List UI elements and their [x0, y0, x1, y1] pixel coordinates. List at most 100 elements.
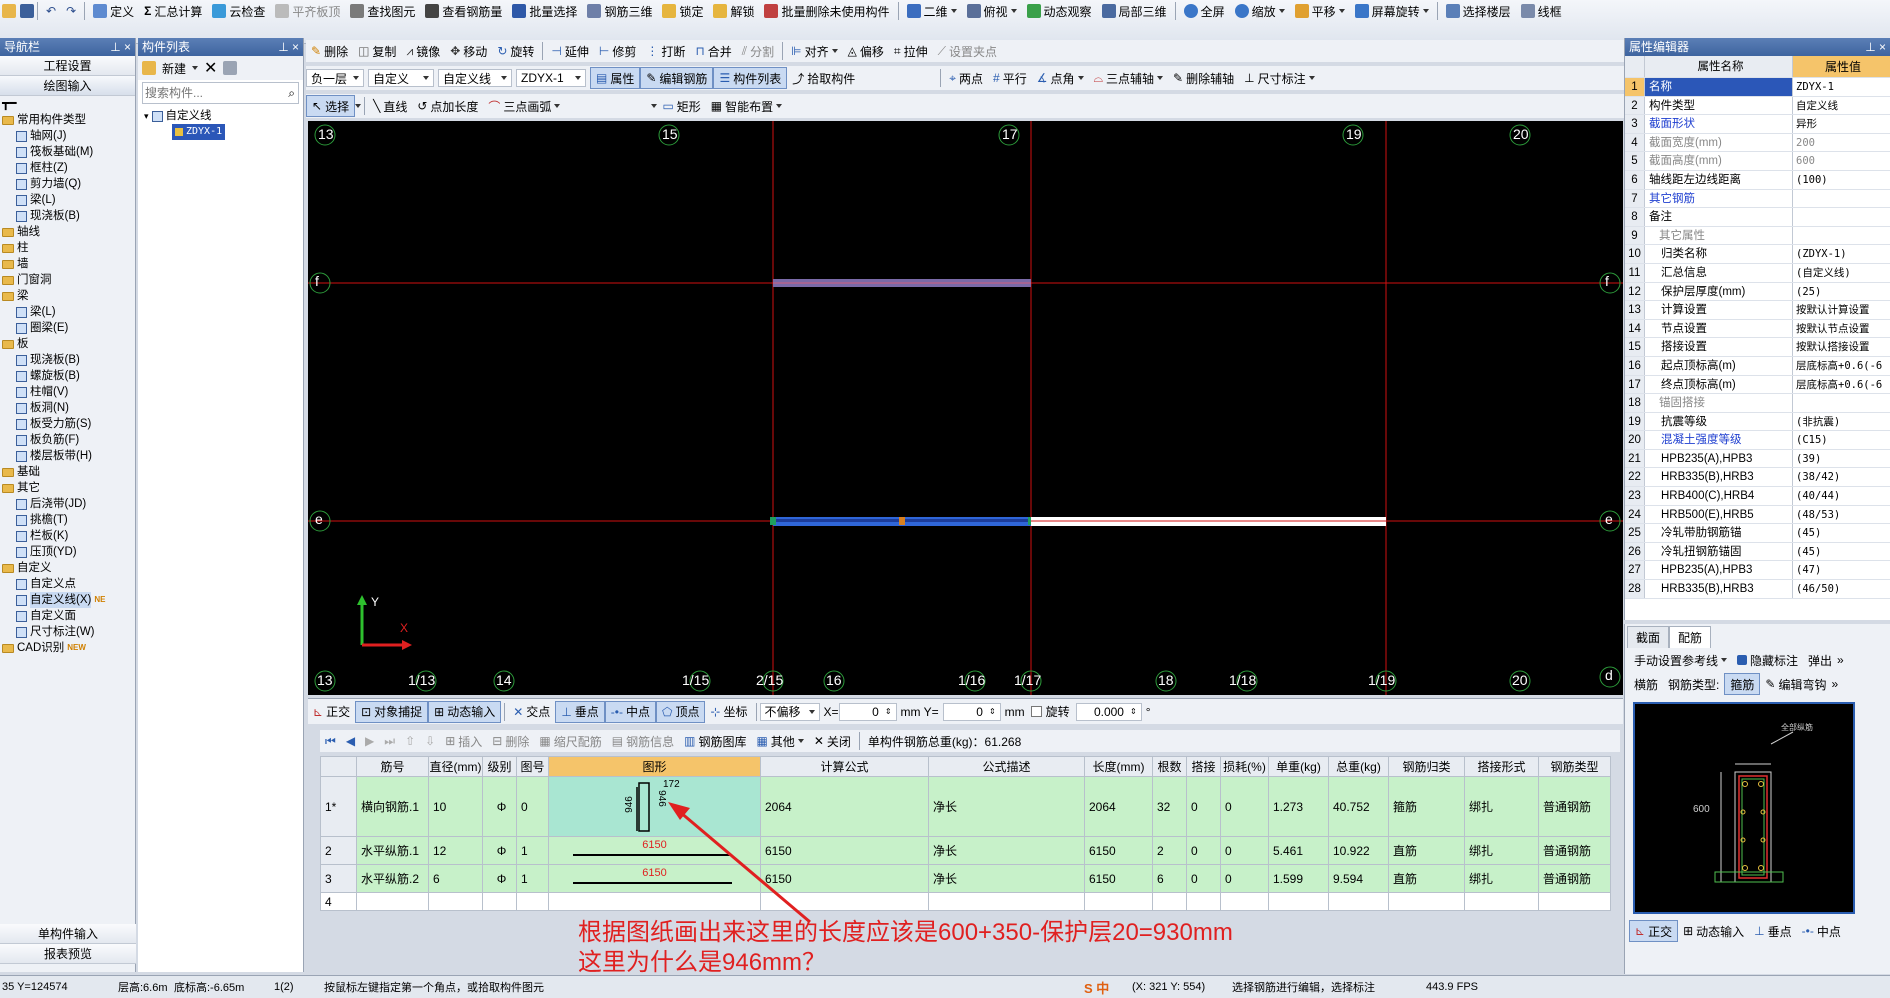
vertex-snap[interactable]: ⬠ 顶点 [656, 700, 706, 723]
nav-tree-item[interactable]: 自定义点 [2, 576, 135, 592]
formula-desc-cell[interactable]: 净长 [928, 836, 1085, 865]
view-rebar-qty-button[interactable]: 查看钢筋量 [420, 0, 507, 22]
batch-select-button[interactable]: 批量选择 [507, 0, 582, 22]
nav-tree-folder[interactable]: 其它 [2, 480, 135, 496]
empty-cell[interactable] [1268, 892, 1329, 911]
empty-cell[interactable] [516, 892, 549, 911]
unit-weight-cell[interactable]: 5.461 [1268, 836, 1329, 865]
nav-tree-folder[interactable]: 常用构件类型 [2, 112, 135, 128]
nav-tree-item[interactable]: 梁(L) [2, 304, 135, 320]
rebar-col-header[interactable]: 单重(kg) [1268, 756, 1329, 777]
property-value[interactable]: 600 [1793, 152, 1890, 170]
nav-tree-item[interactable]: 楼层板带(H) [2, 448, 135, 464]
section-dynamic-toggle[interactable]: ⊞ 动态输入 [1678, 920, 1749, 942]
length-cell[interactable]: 2064 [1084, 776, 1153, 837]
property-row[interactable]: 18 锚固搭接 [1625, 394, 1890, 413]
nav-tree-folder[interactable]: 基础 [2, 464, 135, 480]
dimension-dropdown[interactable]: ⊥ 尺寸标注 [1239, 67, 1319, 89]
property-value[interactable] [1793, 227, 1890, 245]
property-value[interactable]: 按默认搭接设置 [1793, 338, 1890, 356]
component-list-button[interactable]: ☰ 构件列表 [713, 67, 788, 89]
dynamic-input-toggle[interactable]: ⊞ 动态输入 [428, 700, 502, 723]
nav-tree-item[interactable]: 轴网(J) [2, 128, 135, 144]
nav-tree-folder[interactable]: 自定义 [2, 560, 135, 576]
pick-component-button[interactable]: ⤴ 拾取构件 [787, 67, 860, 89]
empty-cell[interactable] [1084, 892, 1153, 911]
pin-icon[interactable]: ⊥ × [278, 38, 299, 56]
grip-start[interactable] [770, 517, 776, 525]
rebar-name-cell[interactable]: 横向钢筋.1 [356, 776, 429, 837]
property-value[interactable]: (ZDYX-1) [1793, 245, 1890, 263]
next-record-button[interactable]: ▶ [360, 730, 379, 752]
property-row[interactable]: 28 HRB335(B),HRB3 (46/50) [1625, 580, 1890, 599]
split-button[interactable]: ⫽ 分割 [737, 40, 779, 62]
count-cell[interactable]: 6 [1152, 864, 1187, 893]
rebar-col-header[interactable]: 总重(kg) [1328, 756, 1389, 777]
nav-tree-item[interactable]: 现浇板(B) [2, 208, 135, 224]
other-dropdown[interactable]: ▦ 其他 [751, 730, 808, 752]
unit-weight-cell[interactable]: 1.599 [1268, 864, 1329, 893]
rebar-info-button[interactable]: ▤ 钢筋信息 [607, 730, 679, 752]
view-2d-dropdown[interactable]: 二维 [902, 0, 962, 22]
property-value[interactable]: 自定义线 [1793, 97, 1890, 115]
property-value[interactable]: (48/53) [1793, 506, 1890, 524]
rebar-col-header[interactable]: 长度(mm) [1084, 756, 1153, 777]
stirrup-type-button[interactable]: 箍筋 [1724, 673, 1761, 695]
property-value[interactable]: 异形 [1793, 115, 1890, 133]
rebar-col-header[interactable]: 图号 [516, 756, 549, 777]
extend-button[interactable]: ⊣ 延伸 [546, 40, 593, 62]
expand-chevron-icon[interactable]: » [1837, 653, 1844, 667]
rebar-col-header[interactable]: 级别 [482, 756, 517, 777]
property-value[interactable]: (39) [1793, 450, 1890, 468]
nav-tree-folder[interactable]: 墙 [2, 256, 135, 272]
property-row[interactable]: 11 汇总信息 (自定义线) [1625, 263, 1890, 283]
empty-cell[interactable] [1220, 892, 1269, 911]
figure-no-cell[interactable]: 1 [516, 864, 549, 893]
unit-weight-cell[interactable]: 1.273 [1268, 776, 1329, 837]
ortho-toggle[interactable]: ⊾ 正交 [308, 701, 355, 723]
tab-section[interactable]: 截面 [1627, 626, 1670, 648]
delete-aux-button[interactable]: ✎ 删除辅轴 [1168, 67, 1239, 89]
copy-component-icon[interactable] [223, 61, 238, 75]
lap-cell[interactable]: 0 [1186, 836, 1221, 865]
first-record-button[interactable]: ⏮ [320, 730, 341, 752]
open-icon[interactable] [2, 4, 16, 18]
property-value[interactable]: 层底标高+0.6(-6 [1793, 357, 1890, 375]
total-weight-cell[interactable]: 9.594 [1328, 864, 1389, 893]
property-row[interactable]: 1 名称 ZDYX-1 [1625, 78, 1890, 97]
count-cell[interactable]: 32 [1152, 776, 1187, 837]
nav-tree-folder[interactable]: 轴线 [2, 224, 135, 240]
select-tool-button[interactable]: ↖ 选择 [306, 95, 356, 117]
rebar-col-header[interactable]: 公式描述 [928, 756, 1085, 777]
perpendicular-snap[interactable]: ⊥ 垂点 [555, 700, 605, 723]
nav-tree-folder[interactable]: 板 [2, 336, 135, 352]
table-row[interactable]: 1* 横向钢筋.1 10 Φ 0 172 946 946 2064 净长 206… [320, 776, 1611, 837]
property-value[interactable]: (25) [1793, 283, 1890, 301]
property-row[interactable]: 26 冷轧扭钢筋锚固 (45) [1625, 542, 1890, 562]
rebar-library-button[interactable]: ▥ 钢筋图库 [679, 730, 751, 752]
parallel-axis-button[interactable]: # 平行 [988, 67, 1032, 89]
merge-button[interactable]: ⊓ 合并 [690, 40, 736, 62]
local-3d-button[interactable]: 局部三维 [1097, 0, 1172, 22]
new-component-button[interactable]: 新建 [162, 60, 186, 77]
undo-button[interactable]: ↶ [41, 0, 61, 22]
rebar-col-header[interactable]: 计算公式 [760, 756, 929, 777]
nav-tree-item[interactable]: 梁(L) [2, 192, 135, 208]
lap-form-cell[interactable]: 绑扎 [1464, 776, 1539, 837]
diameter-cell[interactable]: 6 [428, 864, 483, 893]
copy-button[interactable]: ◫ 复制 [353, 40, 401, 62]
rebar-category-cell[interactable]: 直筋 [1388, 836, 1465, 865]
tab-reinforcement[interactable]: 配筋 [1669, 626, 1712, 648]
delete-component-icon[interactable]: ✕ [204, 58, 217, 78]
property-row[interactable]: 12 保护层厚度(mm) (25) [1625, 282, 1890, 302]
rebar-type-cell[interactable]: 普通钢筋 [1538, 776, 1611, 837]
rebar-category-cell[interactable]: 直筋 [1388, 864, 1465, 893]
property-value[interactable]: (45) [1793, 543, 1890, 561]
screen-rotate-dropdown[interactable]: 屏幕旋转 [1350, 0, 1434, 22]
component-search-input[interactable] [143, 86, 289, 100]
two-points-axis-button[interactable]: ⌖ 两点 [944, 67, 988, 89]
nav-tree-item[interactable]: 尺寸标注(W) [2, 624, 135, 640]
property-row[interactable]: 17 终点顶标高(m) 层底标高+0.6(-6 [1625, 375, 1890, 395]
report-preview-button[interactable]: 报表预览 [0, 944, 136, 964]
loss-cell[interactable]: 0 [1220, 864, 1269, 893]
